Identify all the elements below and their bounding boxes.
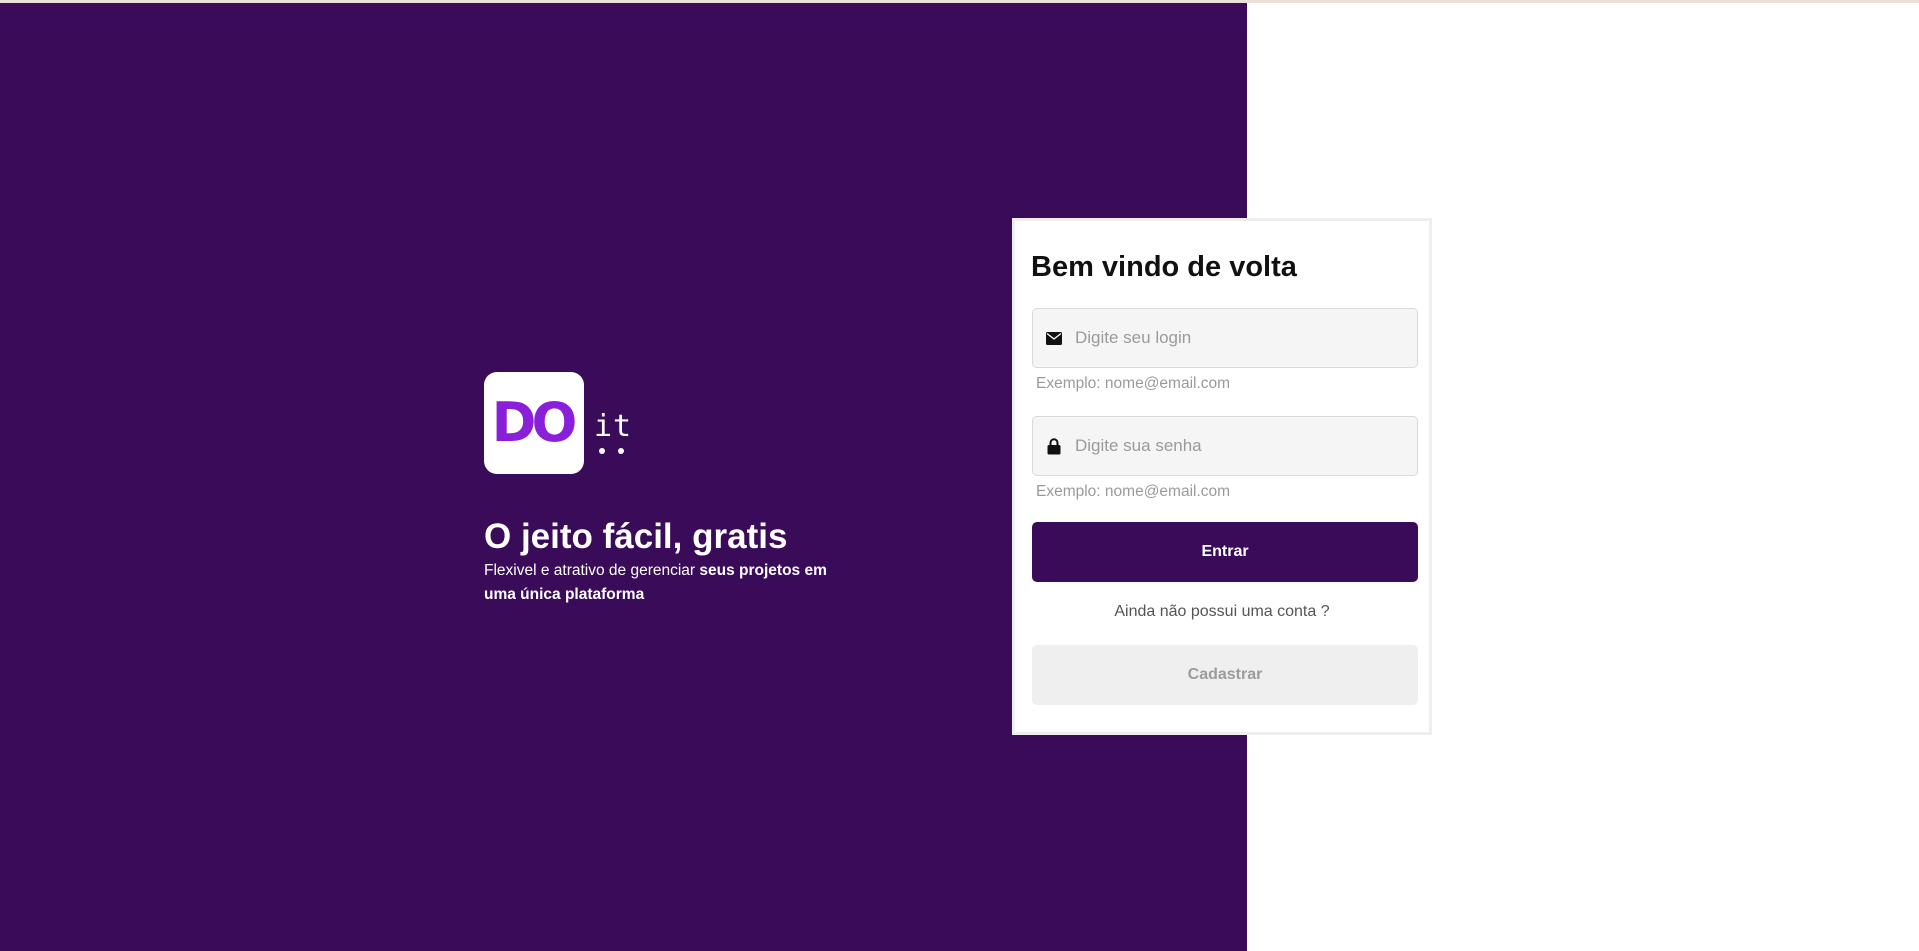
login-helper-text: Exemplo: nome@email.com: [1036, 375, 1231, 392]
hero-title: O jeito fácil, gratis: [484, 517, 788, 556]
password-input[interactable]: [1073, 416, 1417, 476]
envelope-icon: [1045, 329, 1063, 347]
lock-icon: [1045, 437, 1063, 455]
logo-badge: DO: [484, 372, 584, 474]
logo-suffix: it: [594, 409, 634, 454]
login-field[interactable]: [1032, 308, 1418, 368]
logo-dot-icon: [599, 448, 605, 454]
no-account-text: Ainda não possui uma conta ?: [1114, 603, 1330, 620]
password-field[interactable]: [1032, 416, 1418, 476]
login-card: Bem vindo de volta Exemplo: nome@email.c…: [1012, 218, 1432, 735]
logo-dot-icon: [618, 448, 624, 454]
login-input[interactable]: [1073, 308, 1417, 368]
logo: DO it: [484, 372, 844, 474]
password-helper-text: Exemplo: nome@email.com: [1036, 483, 1231, 500]
logo-suffix-text: it: [594, 409, 633, 444]
register-button[interactable]: Cadastrar: [1032, 645, 1418, 705]
login-title: Bem vindo de volta: [1031, 251, 1297, 283]
login-page: DO it O jeito fácil, gratis Flexivel e a…: [0, 0, 1919, 951]
hero-subtitle-plain: Flexivel e atrativo de gerenciar: [484, 562, 700, 579]
hero-subtitle: Flexivel e atrativo de gerenciar seus pr…: [484, 559, 829, 607]
login-submit-button[interactable]: Entrar: [1032, 522, 1418, 582]
hero-section: DO it O jeito fácil, gratis Flexivel e a…: [484, 372, 844, 607]
logo-main-text: DO: [491, 391, 578, 454]
